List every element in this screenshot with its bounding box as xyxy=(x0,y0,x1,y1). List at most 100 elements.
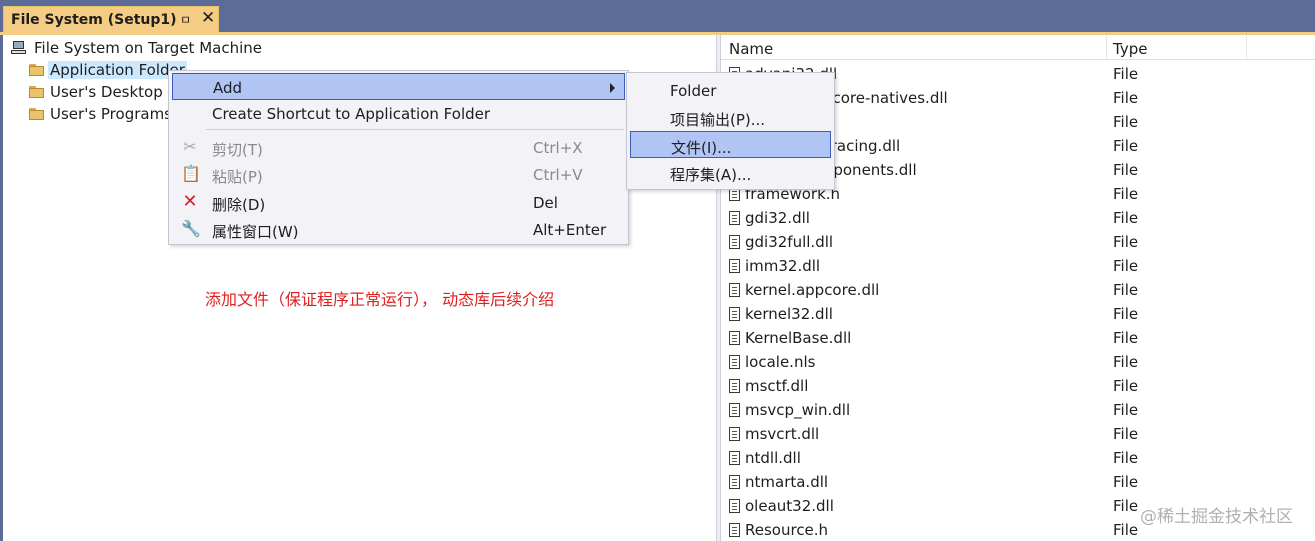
menu-item-label: 删除(D) xyxy=(212,196,266,214)
file-name: gdi32full.dll xyxy=(745,233,834,251)
file-row[interactable]: msvcp_win.dll File xyxy=(721,398,1315,422)
scissors-icon: ✂ xyxy=(183,137,197,156)
menu-item-label: Create Shortcut to Application Folder xyxy=(212,105,491,123)
column-divider[interactable] xyxy=(1246,35,1247,59)
folder-icon xyxy=(29,108,45,120)
delete-x-icon: ✕ xyxy=(182,191,198,212)
file-type: File xyxy=(1113,89,1139,107)
submenu-item-label: Folder xyxy=(670,82,717,100)
menu-item-properties[interactable]: 🔧 属性窗口(W) Alt+Enter xyxy=(172,216,625,243)
menu-item-cut[interactable]: ✂ 剪切(T) Ctrl+X xyxy=(172,134,625,161)
file-icon xyxy=(729,211,740,225)
file-icon xyxy=(729,379,740,393)
file-icon xyxy=(729,427,740,441)
file-type: File xyxy=(1113,305,1139,323)
file-type: File xyxy=(1113,401,1139,419)
file-icon xyxy=(729,235,740,249)
column-header-type[interactable]: Type xyxy=(1113,40,1147,58)
target-machine-icon xyxy=(11,41,27,55)
menu-item-label: 属性窗口(W) xyxy=(212,223,299,241)
file-type: File xyxy=(1113,353,1139,371)
menu-item-add[interactable]: Add xyxy=(172,73,625,100)
menu-item-paste[interactable]: 📋 粘贴(P) Ctrl+V xyxy=(172,161,625,188)
menu-separator xyxy=(206,129,624,130)
file-row[interactable]: msctf.dll File xyxy=(721,374,1315,398)
file-icon xyxy=(729,307,740,321)
file-icon xyxy=(729,331,740,345)
column-header-name[interactable]: Name xyxy=(729,40,773,58)
file-row[interactable]: kernel32.dll File xyxy=(721,302,1315,326)
file-row[interactable]: ntmarta.dll File xyxy=(721,470,1315,494)
document-tab-bar: File System (Setup1) ㅁ ✕ xyxy=(0,0,1315,33)
clipboard-icon: 📋 xyxy=(181,164,201,183)
submenu-item-file[interactable]: 文件(I)... xyxy=(630,131,831,158)
file-icon xyxy=(729,451,740,465)
file-name: msvcp_win.dll xyxy=(745,401,851,419)
file-row[interactable]: locale.nls File xyxy=(721,350,1315,374)
tree-item-users-desktop[interactable]: User's Desktop xyxy=(29,82,165,102)
menu-item-shortcut: Ctrl+X xyxy=(533,139,583,157)
tree-item-application-folder[interactable]: Application Folder xyxy=(29,60,187,80)
menu-item-shortcut: Del xyxy=(533,194,558,212)
file-type: File xyxy=(1113,425,1139,443)
file-name: kernel32.dll xyxy=(745,305,833,323)
menu-item-label: Add xyxy=(213,79,243,97)
file-name: msvcrt.dll xyxy=(745,425,820,443)
file-name: ntdll.dll xyxy=(745,449,801,467)
file-name: ntmarta.dll xyxy=(745,473,829,491)
file-type: File xyxy=(1113,161,1139,179)
tab-file-system[interactable]: File System (Setup1) ㅁ ✕ xyxy=(3,6,219,32)
tab-title: File System (Setup1) xyxy=(11,11,177,28)
file-type: File xyxy=(1113,209,1139,227)
tree-item-users-programs[interactable]: User's Programs xyxy=(29,104,174,124)
submenu-item-folder[interactable]: Folder xyxy=(630,77,831,104)
file-type: File xyxy=(1113,521,1139,539)
menu-item-create-shortcut[interactable]: Create Shortcut to Application Folder xyxy=(172,100,625,127)
add-submenu: Folder 项目输出(P)... 文件(I)... 程序集(A)... xyxy=(626,72,835,190)
file-type: File xyxy=(1113,185,1139,203)
file-type: File xyxy=(1113,113,1139,131)
file-row[interactable]: imm32.dll File xyxy=(721,254,1315,278)
file-type: File xyxy=(1113,473,1139,491)
file-icon xyxy=(729,523,740,537)
close-icon[interactable]: ✕ xyxy=(201,8,215,28)
submenu-item-label: 项目输出(P)... xyxy=(670,111,766,129)
annotation-text: 添加文件（保证程序正常运行）， 动态库后续介绍 xyxy=(205,290,555,309)
submenu-arrow-icon xyxy=(610,83,615,93)
file-type: File xyxy=(1113,497,1139,515)
tree-root[interactable]: File System on Target Machine xyxy=(11,38,264,58)
submenu-item-assembly[interactable]: 程序集(A)... xyxy=(630,159,831,186)
file-type: File xyxy=(1113,233,1139,251)
file-type: File xyxy=(1113,65,1139,83)
watermark: @稀土掘金技术社区 xyxy=(1140,507,1293,527)
file-type: File xyxy=(1113,257,1139,275)
file-icon xyxy=(729,259,740,273)
tree-root-label: File System on Target Machine xyxy=(34,39,262,57)
column-divider[interactable] xyxy=(1106,35,1107,59)
context-menu: Add Create Shortcut to Application Folde… xyxy=(168,70,629,245)
folder-icon xyxy=(29,86,45,98)
file-row[interactable]: ntdll.dll File xyxy=(721,446,1315,470)
file-row[interactable]: gdi32.dll File xyxy=(721,206,1315,230)
submenu-item-label: 程序集(A)... xyxy=(670,166,752,184)
file-name: gdi32.dll xyxy=(745,209,810,227)
file-icon xyxy=(729,355,740,369)
wrench-icon: 🔧 xyxy=(181,219,201,238)
file-type: File xyxy=(1113,449,1139,467)
file-list-header: Name Type xyxy=(721,35,1315,60)
menu-item-shortcut: Alt+Enter xyxy=(533,221,607,239)
file-name: Resource.h xyxy=(745,521,829,539)
file-type: File xyxy=(1113,329,1139,347)
file-name: KernelBase.dll xyxy=(745,329,852,347)
file-row[interactable]: KernelBase.dll File xyxy=(721,326,1315,350)
file-type: File xyxy=(1113,281,1139,299)
file-row[interactable]: gdi32full.dll File xyxy=(721,230,1315,254)
file-name: imm32.dll xyxy=(745,257,821,275)
pin-icon[interactable]: ㅁ xyxy=(180,11,191,28)
file-row[interactable]: msvcrt.dll File xyxy=(721,422,1315,446)
file-row[interactable]: kernel.appcore.dll File xyxy=(721,278,1315,302)
submenu-item-project-output[interactable]: 项目输出(P)... xyxy=(630,104,831,131)
submenu-item-label: 文件(I)... xyxy=(671,139,732,157)
file-name: kernel.appcore.dll xyxy=(745,281,880,299)
menu-item-delete[interactable]: ✕ 删除(D) Del xyxy=(172,189,625,216)
